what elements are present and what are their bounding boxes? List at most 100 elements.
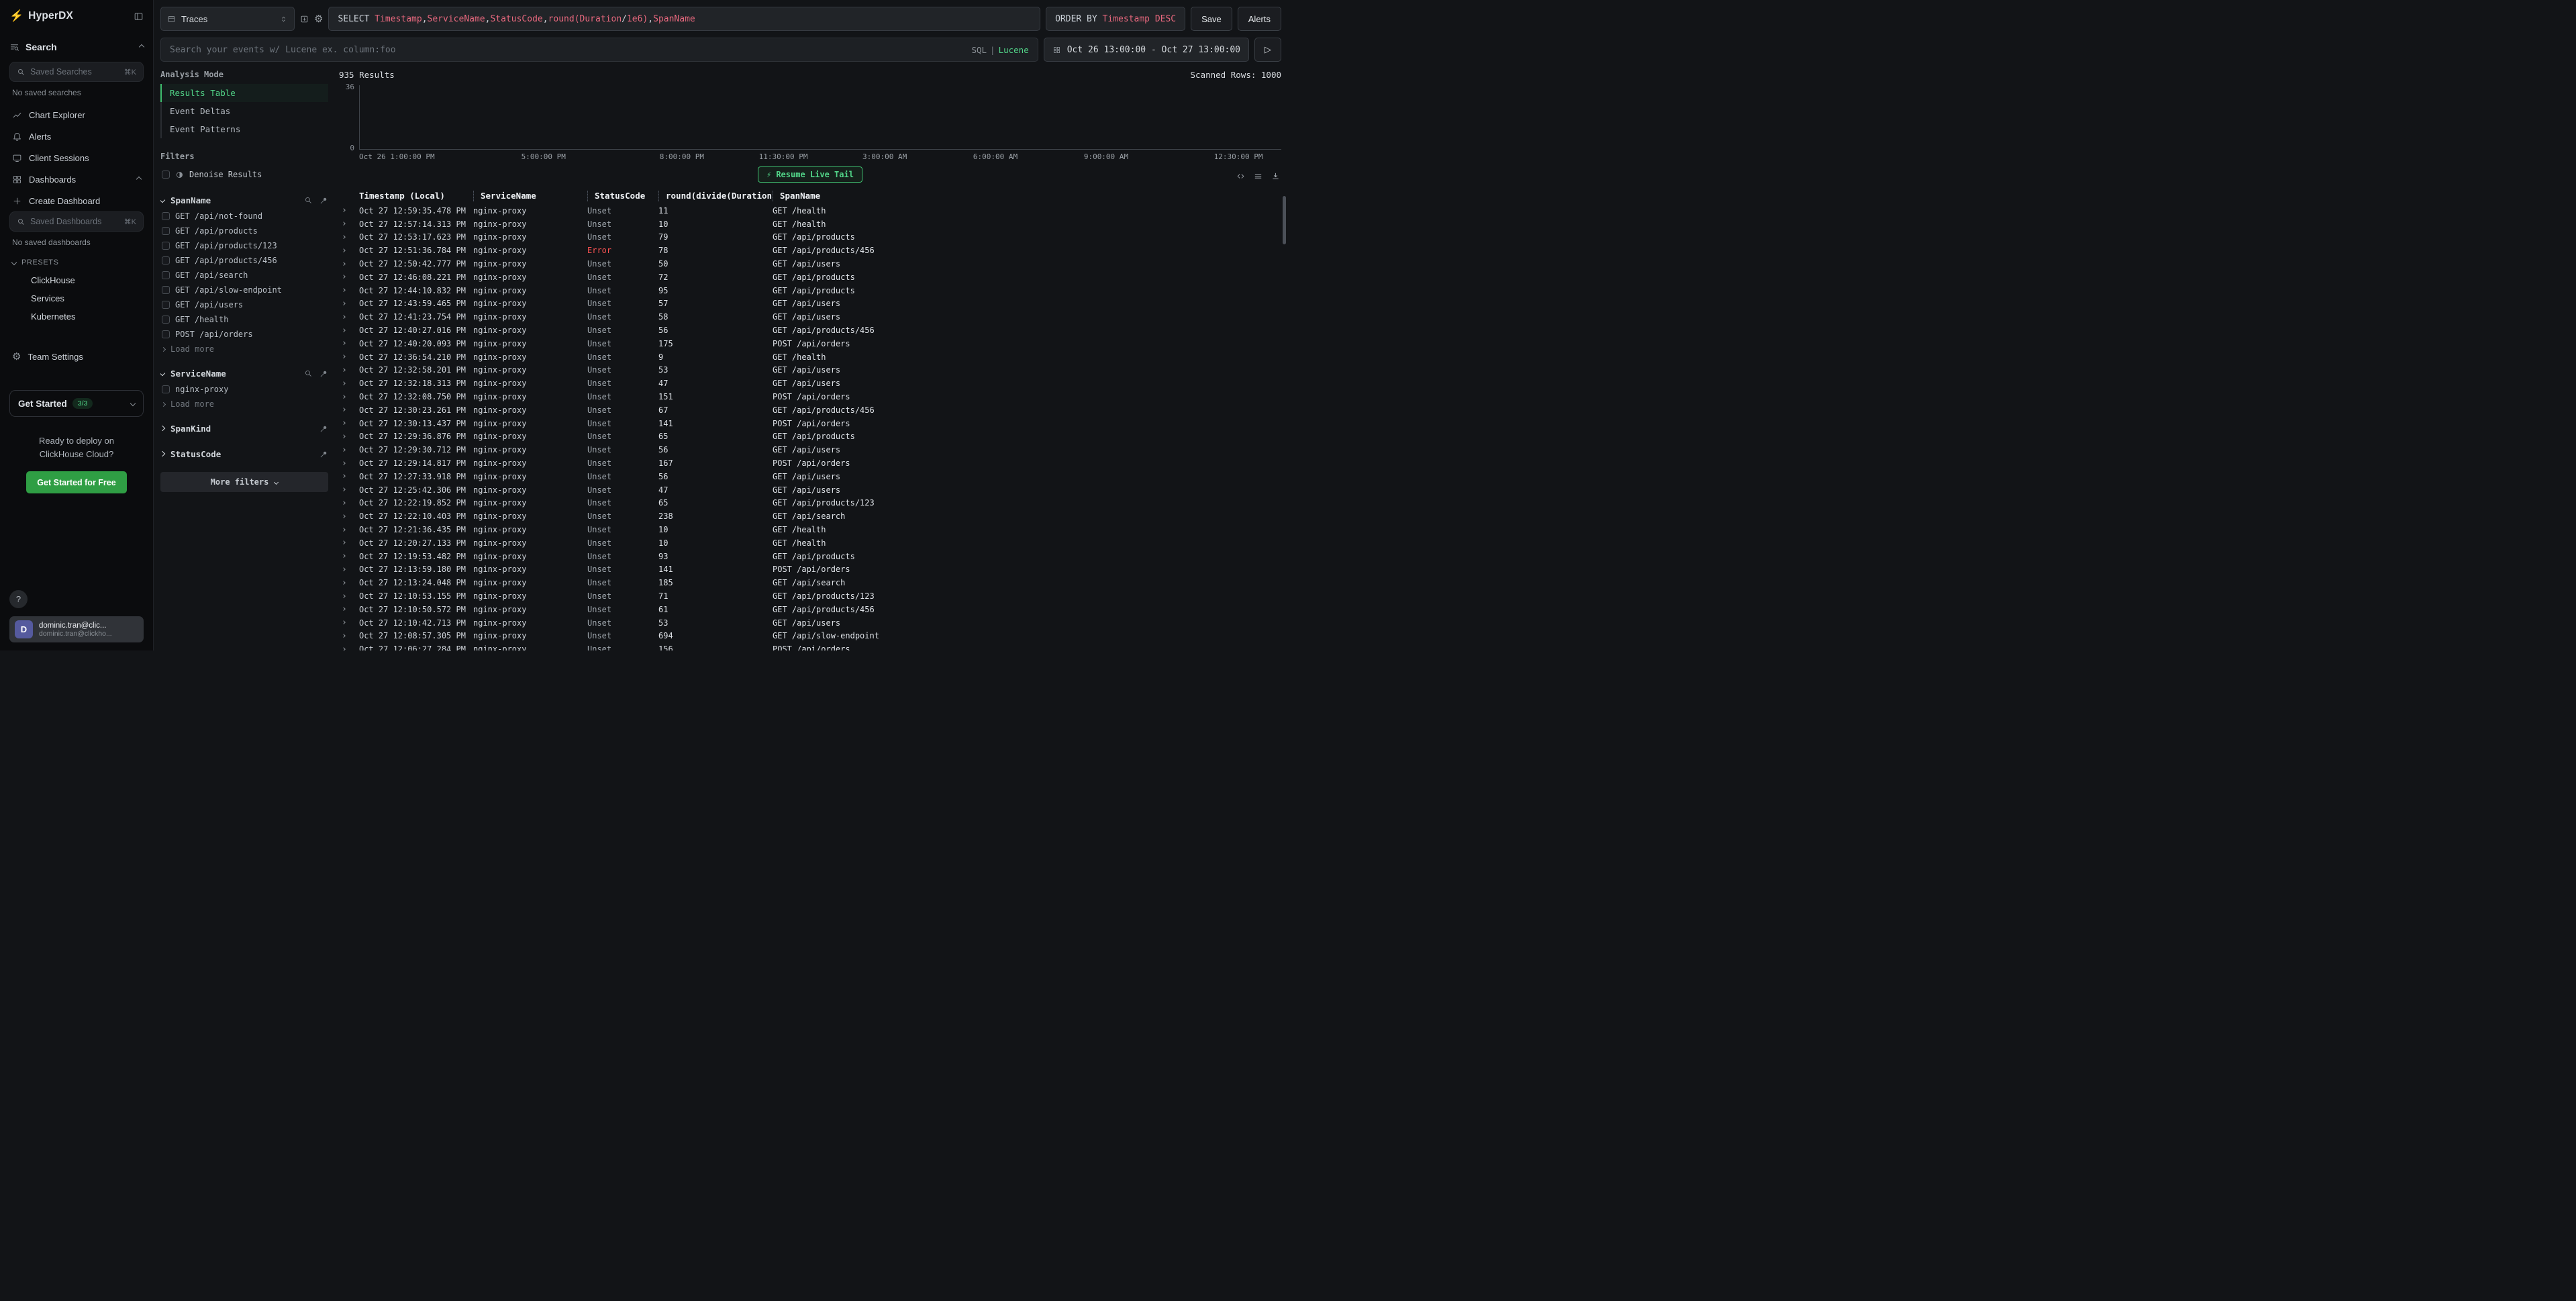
date-range-picker[interactable]: Oct 26 13:00:00 - Oct 27 13:00:00 <box>1044 38 1249 62</box>
row-expand-icon[interactable]: › <box>339 285 359 295</box>
table-row[interactable]: ›Oct 27 12:40:20.093 PMnginx-proxyUnset1… <box>339 337 1281 350</box>
row-expand-icon[interactable]: › <box>339 392 359 402</box>
row-expand-icon[interactable]: › <box>339 485 359 495</box>
table-row[interactable]: ›Oct 27 12:13:59.180 PMnginx-proxyUnset1… <box>339 563 1281 577</box>
column-header-duration[interactable]: round(divide(Duration, <box>658 191 773 201</box>
row-expand-icon[interactable]: › <box>339 604 359 614</box>
pin-icon[interactable] <box>319 369 328 378</box>
row-expand-icon[interactable]: › <box>339 631 359 641</box>
row-expand-icon[interactable]: › <box>339 538 359 548</box>
filter-option[interactable]: GET /api/products/123 <box>160 238 328 253</box>
column-header-servicename[interactable]: ServiceName <box>473 191 587 201</box>
filter-option[interactable]: nginx-proxy <box>160 382 328 397</box>
table-row[interactable]: ›Oct 27 12:29:30.712 PMnginx-proxyUnset5… <box>339 443 1281 456</box>
filter-option[interactable]: POST /api/orders <box>160 327 328 342</box>
resume-live-tail-button[interactable]: ⚡ Resume Live Tail <box>758 166 862 183</box>
table-row[interactable]: ›Oct 27 12:53:17.623 PMnginx-proxyUnset7… <box>339 231 1281 244</box>
save-button[interactable]: Save <box>1191 7 1232 31</box>
sidebar-item-dashboards[interactable]: Dashboards <box>9 168 144 190</box>
row-expand-icon[interactable]: › <box>339 618 359 628</box>
table-row[interactable]: ›Oct 27 12:50:42.777 PMnginx-proxyUnset5… <box>339 257 1281 271</box>
mode-lucene[interactable]: Lucene <box>999 45 1029 55</box>
checkbox[interactable] <box>162 286 170 294</box>
pin-icon[interactable] <box>319 424 328 433</box>
row-expand-icon[interactable]: › <box>339 246 359 256</box>
row-expand-icon[interactable]: › <box>339 272 359 282</box>
table-row[interactable]: ›Oct 27 12:43:59.465 PMnginx-proxyUnset5… <box>339 297 1281 311</box>
row-expand-icon[interactable]: › <box>339 232 359 242</box>
sidebar-item-clickhouse[interactable]: ClickHouse <box>9 271 144 289</box>
row-expand-icon[interactable]: › <box>339 432 359 442</box>
row-expand-icon[interactable]: › <box>339 405 359 415</box>
checkbox[interactable] <box>162 227 170 235</box>
chevron-down-icon[interactable] <box>130 401 136 406</box>
table-row[interactable]: ›Oct 27 12:10:42.713 PMnginx-proxyUnset5… <box>339 616 1281 630</box>
table-row[interactable]: ›Oct 27 12:20:27.133 PMnginx-proxyUnset1… <box>339 536 1281 550</box>
sidebar-item-kubernetes[interactable]: Kubernetes <box>9 307 144 326</box>
filter-option[interactable]: GET /api/slow-endpoint <box>160 283 328 297</box>
sidebar-item-team-settings[interactable]: ⚙ Team Settings <box>9 346 144 367</box>
scrollbar-thumb[interactable] <box>1283 196 1286 244</box>
alerts-button[interactable]: Alerts <box>1238 7 1281 31</box>
filter-group-servicename[interactable]: ServiceName <box>160 365 328 382</box>
get-started-card[interactable]: Get Started 3/3 <box>9 390 144 417</box>
source-selector[interactable]: Traces <box>160 7 295 31</box>
row-expand-icon[interactable]: › <box>339 459 359 469</box>
row-expand-icon[interactable]: › <box>339 551 359 561</box>
chevron-up-icon[interactable] <box>136 177 142 182</box>
table-row[interactable]: ›Oct 27 12:41:23.754 PMnginx-proxyUnset5… <box>339 310 1281 324</box>
analysis-mode-event-patterns[interactable]: Event Patterns <box>160 120 328 138</box>
row-expand-icon[interactable]: › <box>339 418 359 428</box>
table-row[interactable]: ›Oct 27 12:10:50.572 PMnginx-proxyUnset6… <box>339 603 1281 616</box>
row-expand-icon[interactable]: › <box>339 578 359 588</box>
table-row[interactable]: ›Oct 27 12:22:19.852 PMnginx-proxyUnset6… <box>339 497 1281 510</box>
checkbox[interactable] <box>162 212 170 220</box>
denoise-results-toggle[interactable]: Denoise Results <box>160 166 328 183</box>
checkbox[interactable] <box>162 385 170 393</box>
table-row[interactable]: ›Oct 27 12:19:53.482 PMnginx-proxyUnset9… <box>339 550 1281 563</box>
row-expand-icon[interactable]: › <box>339 445 359 455</box>
pin-icon[interactable] <box>319 450 328 459</box>
chevron-up-icon[interactable] <box>139 44 144 50</box>
add-source-icon[interactable] <box>300 15 309 23</box>
row-expand-icon[interactable]: › <box>339 644 359 650</box>
checkbox[interactable] <box>162 316 170 324</box>
table-row[interactable]: ›Oct 27 12:29:14.817 PMnginx-proxyUnset1… <box>339 456 1281 470</box>
column-header-spanname[interactable]: SpanName <box>773 191 1281 201</box>
sidebar-item-services[interactable]: Services <box>9 289 144 307</box>
event-search-input[interactable]: Search your events w/ Lucene ex. column:… <box>160 38 1038 62</box>
table-row[interactable]: ›Oct 27 12:59:35.478 PMnginx-proxyUnset1… <box>339 204 1281 218</box>
filter-option[interactable]: GET /api/search <box>160 268 328 283</box>
row-expand-icon[interactable]: › <box>339 259 359 269</box>
checkbox[interactable] <box>162 256 170 264</box>
filter-option[interactable]: GET /api/users <box>160 297 328 312</box>
table-row[interactable]: ›Oct 27 12:44:10.832 PMnginx-proxyUnset9… <box>339 284 1281 297</box>
table-row[interactable]: ›Oct 27 12:32:18.313 PMnginx-proxyUnset4… <box>339 377 1281 390</box>
mode-sql[interactable]: SQL <box>971 45 987 55</box>
table-row[interactable]: ›Oct 27 12:32:58.201 PMnginx-proxyUnset5… <box>339 364 1281 377</box>
table-row[interactable]: ›Oct 27 12:29:36.876 PMnginx-proxyUnset6… <box>339 430 1281 444</box>
row-expand-icon[interactable]: › <box>339 379 359 389</box>
column-settings-icon[interactable] <box>1254 172 1262 181</box>
table-row[interactable]: ›Oct 27 12:30:23.261 PMnginx-proxyUnset6… <box>339 403 1281 417</box>
table-row[interactable]: ›Oct 27 12:40:27.016 PMnginx-proxyUnset5… <box>339 324 1281 337</box>
column-header-statuscode[interactable]: StatusCode <box>587 191 658 201</box>
load-more-servicename[interactable]: Load more <box>160 397 328 412</box>
table-row[interactable]: ›Oct 27 12:25:42.306 PMnginx-proxyUnset4… <box>339 483 1281 497</box>
filter-option[interactable]: GET /health <box>160 312 328 327</box>
table-row[interactable]: ›Oct 27 12:46:08.221 PMnginx-proxyUnset7… <box>339 271 1281 284</box>
row-expand-icon[interactable]: › <box>339 471 359 481</box>
table-row[interactable]: ›Oct 27 12:51:36.784 PMnginx-proxyError7… <box>339 244 1281 257</box>
table-row[interactable]: ›Oct 27 12:27:33.918 PMnginx-proxyUnset5… <box>339 470 1281 483</box>
row-expand-icon[interactable]: › <box>339 565 359 575</box>
sidebar-item-client-sessions[interactable]: Client Sessions <box>9 147 144 168</box>
sidebar-item-chart-explorer[interactable]: Chart Explorer <box>9 104 144 126</box>
checkbox[interactable] <box>162 171 170 179</box>
search-icon[interactable] <box>304 196 313 205</box>
row-expand-icon[interactable]: › <box>339 525 359 535</box>
checkbox[interactable] <box>162 301 170 309</box>
row-expand-icon[interactable]: › <box>339 299 359 309</box>
table-row[interactable]: ›Oct 27 12:32:08.750 PMnginx-proxyUnset1… <box>339 390 1281 403</box>
table-row[interactable]: ›Oct 27 12:13:24.048 PMnginx-proxyUnset1… <box>339 576 1281 589</box>
saved-dashboards-input[interactable]: Saved Dashboards ⌘K <box>9 211 144 232</box>
